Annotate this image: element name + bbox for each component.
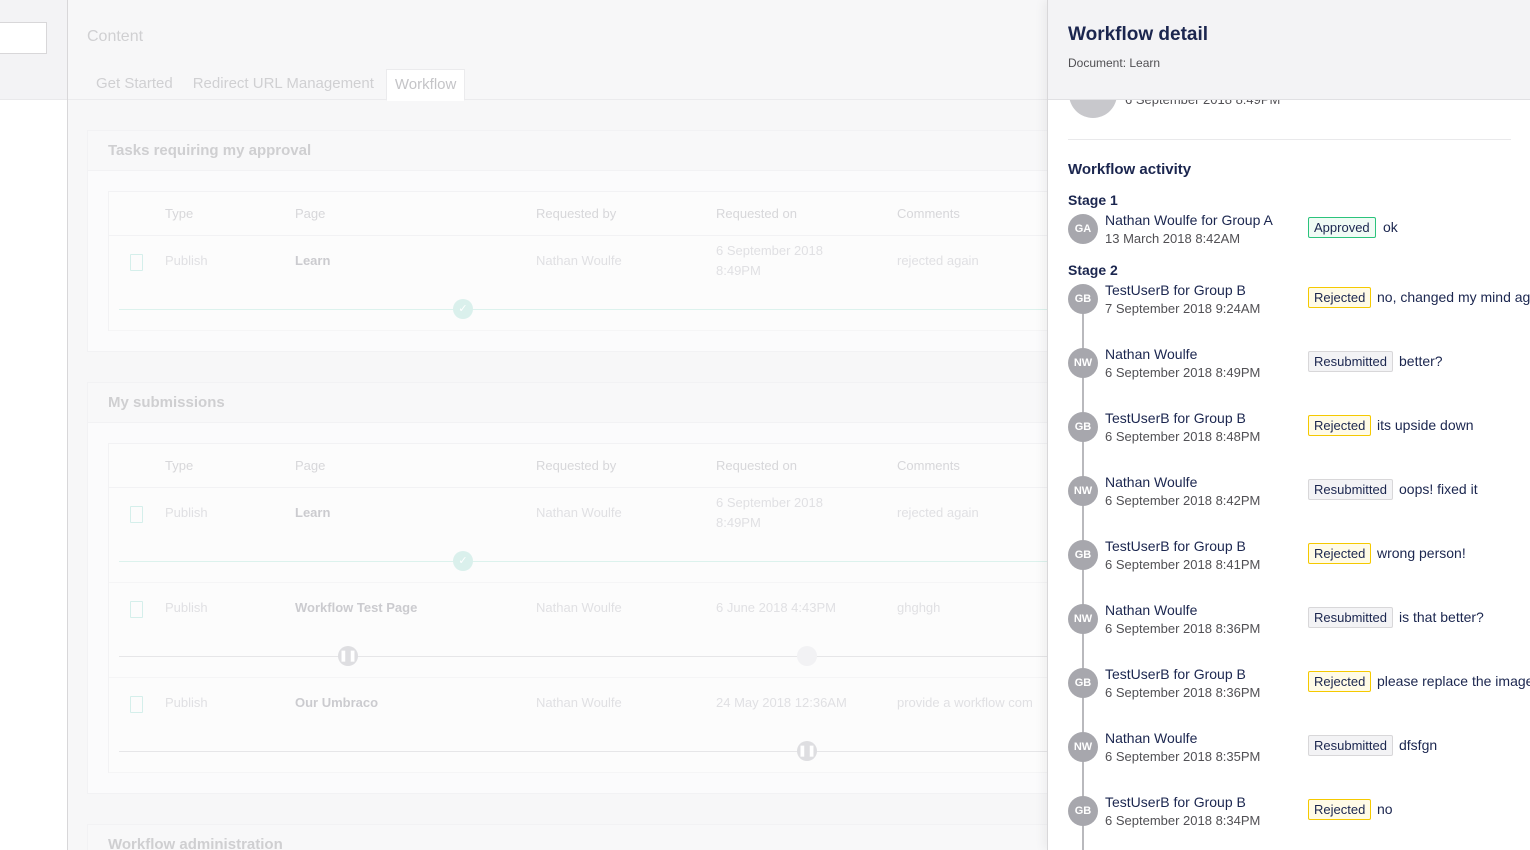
activity-user: Nathan Woulfe for Group A	[1105, 212, 1273, 228]
activity-user: Nathan Woulfe	[1105, 730, 1198, 746]
activity-date: 6 September 2018 8:42PM	[1105, 493, 1261, 508]
status-badge: Approved	[1308, 217, 1376, 238]
avatar: GB	[1068, 796, 1098, 826]
status-badge: Rejected	[1308, 287, 1372, 308]
status-badge: Rejected	[1308, 671, 1372, 692]
activity-entry: GB TestUserB for Group B 7 September 2018 …	[1068, 282, 1530, 322]
activity-user: Nathan Woulfe	[1105, 346, 1198, 362]
activity-entry: GB TestUserB for Group B 6 September 2018 …	[1068, 410, 1528, 450]
activity-comment: please replace the image	[1377, 673, 1530, 689]
status-badge: Resubmitted	[1308, 735, 1393, 756]
activity-user: TestUserB for Group B	[1105, 410, 1246, 426]
modal-backdrop[interactable]	[68, 0, 1115, 850]
status-badge: Rejected	[1308, 799, 1372, 820]
tree-search-input[interactable]	[0, 22, 47, 54]
activity-entry: GB TestUserB for Group B 6 September 2018 …	[1068, 666, 1530, 706]
activity-entry: GB TestUserB for Group B 6 September 2018 …	[1068, 794, 1528, 834]
activity-comment: oops! fixed it	[1399, 481, 1478, 497]
activity-entry: NW Nathan Woulfe 6 September 2018 8:42PM Re…	[1068, 474, 1528, 514]
activity-comment: dfsfgn	[1399, 737, 1438, 753]
activity-date: 13 March 2018 8:42AM	[1105, 231, 1241, 246]
activity-comment: its upside down	[1377, 417, 1474, 433]
divider	[1068, 139, 1511, 140]
tree-column	[0, 0, 68, 850]
detail-header: Workflow detail Document: Learn	[1048, 0, 1530, 100]
activity-comment: wrong person!	[1377, 545, 1466, 561]
activity-date: 6 September 2018 8:48PM	[1105, 429, 1261, 444]
avatar: GB	[1068, 412, 1098, 442]
activity-entry: GA Nathan Woulfe for Group A 13 March 2018…	[1068, 212, 1528, 252]
status-badge: Rejected	[1308, 415, 1372, 436]
activity-comment: is that better?	[1399, 609, 1484, 625]
avatar: NW	[1068, 476, 1098, 506]
activity-entry: NW Nathan Woulfe 6 September 2018 8:35PM Re…	[1068, 730, 1528, 770]
activity-comment: better?	[1399, 353, 1443, 369]
activity-date: 6 September 2018 8:36PM	[1105, 685, 1261, 700]
activity-date: 6 September 2018 8:35PM	[1105, 749, 1261, 764]
stage-1-label: Stage 1	[1068, 192, 1118, 208]
detail-subtitle: Document: Learn	[1068, 56, 1161, 70]
activity-user: Nathan Woulfe	[1105, 474, 1198, 490]
avatar: NW	[1068, 604, 1098, 634]
activity-date: 6 September 2018 8:34PM	[1105, 813, 1261, 828]
activity-comment: no, changed my mind aga	[1377, 289, 1530, 305]
activity-date: 6 September 2018 8:36PM	[1105, 621, 1261, 636]
avatar: GB	[1068, 540, 1098, 570]
activity-user: TestUserB for Group B	[1105, 538, 1246, 554]
status-badge: Resubmitted	[1308, 351, 1393, 372]
status-badge: Rejected	[1308, 543, 1372, 564]
avatar: GA	[1068, 214, 1098, 244]
activity-date: 7 September 2018 9:24AM	[1105, 301, 1261, 316]
avatar: NW	[1068, 348, 1098, 378]
activity-date: 6 September 2018 8:49PM	[1105, 365, 1261, 380]
stage-2-label: Stage 2	[1068, 262, 1118, 278]
avatar: NW	[1068, 732, 1098, 762]
activity-comment: ok	[1383, 219, 1398, 235]
activity-user: TestUserB for Group B	[1105, 794, 1246, 810]
activity-user: TestUserB for Group B	[1105, 666, 1246, 682]
avatar: GB	[1068, 284, 1098, 314]
activity-entry: NW Nathan Woulfe 6 September 2018 8:36PM Re…	[1068, 602, 1528, 642]
status-badge: Resubmitted	[1308, 607, 1393, 628]
activity-comment: no	[1377, 801, 1393, 817]
activity-entry: NW Nathan Woulfe 6 September 2018 8:49PM Re…	[1068, 346, 1528, 386]
activity-date: 6 September 2018 8:41PM	[1105, 557, 1261, 572]
status-badge: Resubmitted	[1308, 479, 1393, 500]
activity-user: Nathan Woulfe	[1105, 602, 1198, 618]
activity-entry: GB TestUserB for Group B 6 September 2018 …	[1068, 538, 1528, 578]
workflow-activity-title: Workflow activity	[1068, 161, 1192, 178]
detail-title: Workflow detail	[1068, 24, 1209, 45]
activity-user: TestUserB for Group B	[1105, 282, 1246, 298]
avatar: GB	[1068, 668, 1098, 698]
workflow-detail-panel: 6 September 2018 8:49PM Workflow detail …	[1047, 0, 1530, 850]
